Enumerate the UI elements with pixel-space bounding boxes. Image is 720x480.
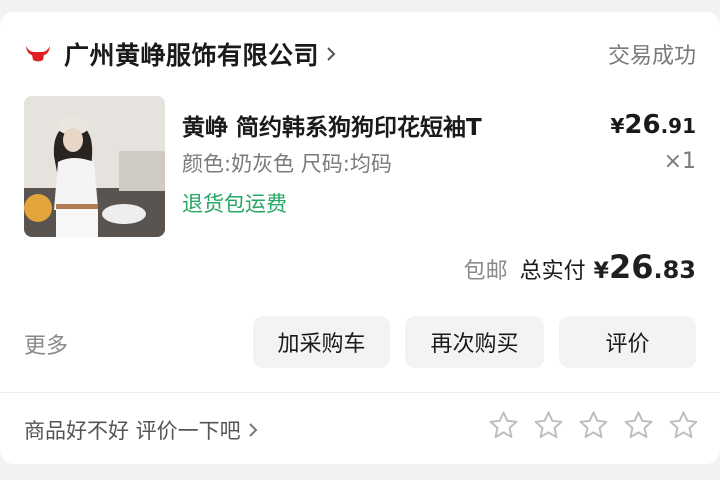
total-symbol: ¥ — [593, 259, 609, 284]
divider — [0, 392, 720, 393]
star-outline-icon[interactable] — [532, 409, 565, 442]
buy-again-button[interactable]: 再次购买 — [405, 316, 544, 368]
review-button[interactable]: 评价 — [559, 316, 696, 368]
review-prompt-text[interactable]: 商品好不好 评价一下吧 — [24, 415, 241, 445]
chevron-right-icon[interactable] — [247, 421, 259, 439]
price-symbol: ¥ — [610, 114, 625, 138]
order-card: 广州黄峥服饰有限公司 交易成功 黄峥 简约韩系狗狗印花短袖T 颜色:奶灰色 尺码… — [0, 12, 720, 464]
star-outline-icon[interactable] — [577, 409, 610, 442]
shop-name[interactable]: 广州黄峥服饰有限公司 — [64, 36, 319, 72]
total-paid-label: 总实付 — [519, 259, 586, 284]
star-outline-icon[interactable] — [622, 409, 655, 442]
total-row: 包邮 总实付 ¥ 26 .83 — [464, 248, 696, 286]
product-image[interactable] — [24, 96, 165, 237]
star-outline-icon[interactable] — [667, 409, 700, 442]
shop-header[interactable]: 广州黄峥服饰有限公司 交易成功 — [24, 34, 696, 74]
product-title[interactable]: 黄峥 简约韩系狗狗印花短袖T — [182, 108, 482, 142]
add-to-cart-button[interactable]: 加采购车 — [253, 316, 390, 368]
more-button[interactable]: 更多 — [24, 328, 68, 360]
unit-price: ¥26.91 — [610, 110, 696, 140]
quantity: ×1 — [663, 149, 696, 174]
return-shipping-tag: 退货包运费 — [182, 192, 287, 216]
order-status: 交易成功 — [607, 44, 696, 69]
star-rating[interactable] — [487, 409, 700, 442]
price-integer: 26 — [624, 110, 661, 140]
bull-logo-icon — [24, 44, 54, 64]
total-decimal: .83 — [653, 256, 696, 284]
star-outline-icon[interactable] — [487, 409, 520, 442]
chevron-right-icon[interactable] — [325, 45, 337, 63]
review-prompt[interactable]: 商品好不好 评价一下吧 — [24, 415, 259, 445]
price-decimal: .91 — [660, 114, 696, 138]
total-integer: 26 — [608, 248, 654, 286]
product-spec: 颜色:奶灰色 尺码:均码 — [182, 152, 392, 176]
free-shipping-label: 包邮 — [463, 259, 508, 284]
